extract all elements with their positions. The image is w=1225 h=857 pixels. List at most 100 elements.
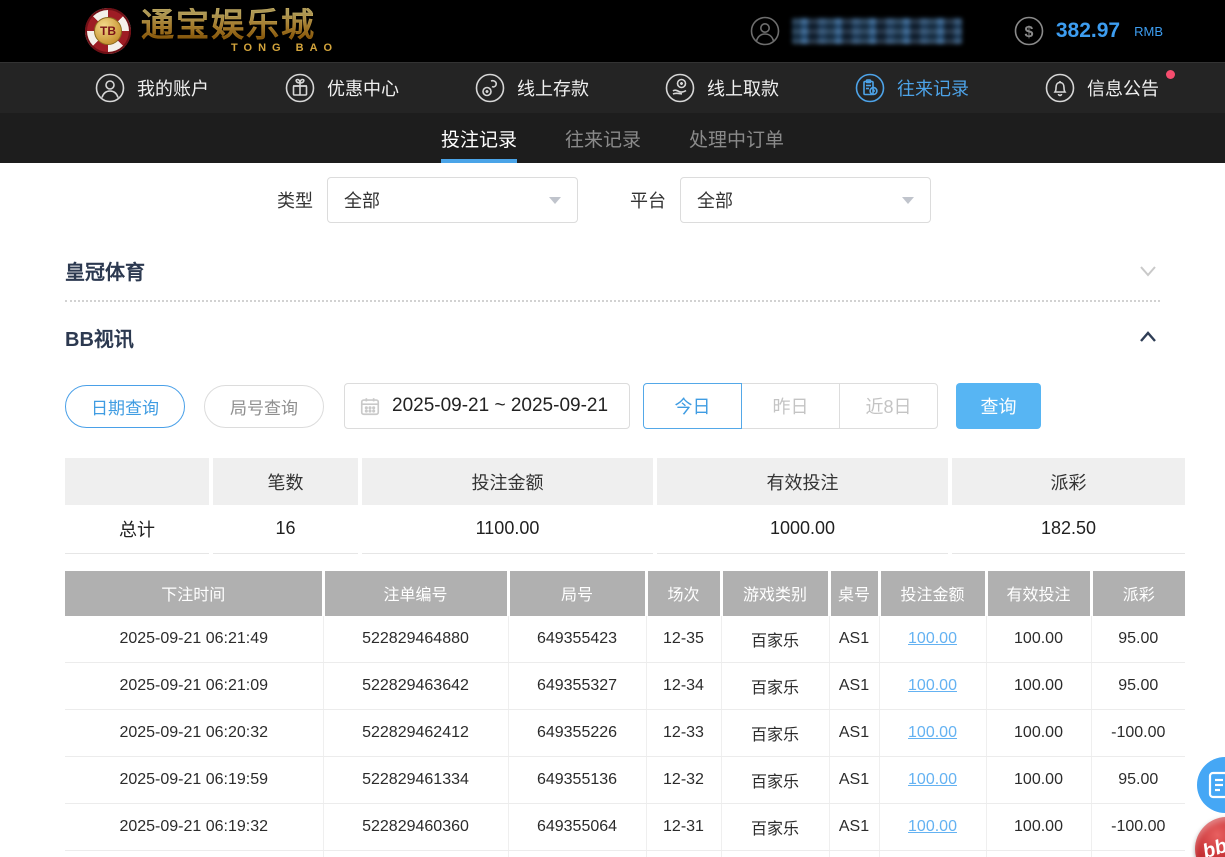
table-row: 2025-09-21 06:21:49 522829464880 6493554… [65, 615, 1185, 663]
bet-time: 2025-09-21 06:20:32 [65, 709, 324, 757]
header-payout: 派彩 [1091, 570, 1185, 616]
bet-amount-link[interactable]: 100.00 [908, 677, 957, 694]
bell-icon [1045, 73, 1075, 103]
platform-filter-label: 平台 [630, 191, 666, 211]
session: 12-31 [646, 803, 722, 851]
chevron-up-icon[interactable] [1136, 325, 1160, 349]
type-select-value: 全部 [344, 191, 380, 211]
summary-header-bet-amount: 投注金额 [360, 458, 657, 505]
nav-my-account[interactable]: 我的账户 [95, 73, 209, 103]
header-bet-amount: 投注金额 [879, 570, 988, 616]
summary-header-row: 笔数 投注金额 有效投注 派彩 [65, 458, 1185, 505]
deposit-coin-hand-icon [475, 73, 505, 103]
user-avatar-icon [750, 16, 780, 46]
bet-amount-cell: 100.00 [879, 803, 987, 851]
table-id: AS1 [829, 662, 880, 710]
bet-table: 下注时间 注单编号 局号 场次 游戏类别 桌号 投注金额 有效投注 派彩 202… [65, 570, 1185, 857]
summary-table-wrap: 笔数 投注金额 有效投注 派彩 总计 16 1100.00 1000.00 18… [65, 458, 1185, 554]
balance-currency: RMB [1134, 23, 1163, 39]
round-id: 649355327 [508, 662, 647, 710]
platform-select[interactable]: 全部 [680, 177, 931, 223]
calendar-icon [360, 398, 380, 416]
bet-amount-link[interactable]: 100.00 [908, 724, 957, 741]
session: 12-34 [646, 662, 722, 710]
table-id: AS1 [829, 709, 880, 757]
bb-platform-button[interactable]: bb [1195, 817, 1225, 857]
bet-amount-cell: 100.00 [879, 756, 987, 804]
bet-table-wrap: 下注时间 注单编号 局号 场次 游戏类别 桌号 投注金额 有效投注 派彩 202… [65, 570, 1185, 857]
nav-transaction-records[interactable]: 往来记录 [855, 73, 969, 103]
date-range-input[interactable]: 2025-09-21 ~ 2025-09-21 [344, 383, 630, 429]
site-logo[interactable]: TB 通宝娱乐城 TONG BAO [85, 8, 338, 54]
query-controls: 日期查询 局号查询 2025-09-21 ~ 2025-09-21 今日 昨日 … [65, 383, 1160, 429]
order-id: 522829463642 [323, 662, 509, 710]
chevron-down-icon [902, 196, 914, 204]
summary-header-blank [65, 458, 213, 505]
type-filter-label: 类型 [277, 191, 313, 211]
nav-withdraw[interactable]: 线上取款 [665, 73, 779, 103]
table-row [65, 850, 1185, 857]
bet-amount-cell: 100.00 [879, 662, 987, 710]
topbar-right: $ 382.97 RMB [750, 16, 1163, 46]
order-id: 522829464880 [323, 615, 509, 663]
nav-label: 往来记录 [897, 79, 969, 99]
bet-time: 2025-09-21 06:19:32 [65, 803, 324, 851]
records-clipboard-icon [855, 73, 885, 103]
header-round-id: 局号 [508, 570, 648, 616]
balance[interactable]: $ 382.97 RMB [1014, 16, 1163, 46]
customer-service-button[interactable] [1197, 757, 1225, 813]
bb-video-title: BB视讯 [65, 328, 134, 351]
bet-amount-link[interactable]: 100.00 [908, 818, 957, 835]
round-query-button[interactable]: 局号查询 [204, 384, 324, 428]
tab-transaction-records[interactable]: 往来记录 [565, 113, 641, 163]
payout: 95.00 [1091, 615, 1185, 663]
table-row: 2025-09-21 06:20:32 522829462412 6493552… [65, 709, 1185, 757]
bet-table-header-row: 下注时间 注单编号 局号 场次 游戏类别 桌号 投注金额 有效投注 派彩 [65, 570, 1185, 616]
tab-pending-orders[interactable]: 处理中订单 [689, 113, 784, 163]
search-button[interactable]: 查询 [956, 383, 1041, 429]
summary-total-label: 总计 [65, 505, 213, 554]
bet-time: 2025-09-21 06:21:49 [65, 615, 324, 663]
header-session: 场次 [646, 570, 723, 616]
bet-amount-link[interactable]: 100.00 [908, 771, 957, 788]
valid-bet: 100.00 [986, 756, 1092, 804]
last-8-days-button[interactable]: 近8日 [839, 383, 938, 429]
game-type: 百家乐 [721, 662, 830, 710]
order-id: 522829462412 [323, 709, 509, 757]
bet-time: 2025-09-21 06:19:59 [65, 756, 324, 804]
game-type: 百家乐 [721, 709, 830, 757]
today-button[interactable]: 今日 [643, 383, 742, 429]
nav-label: 信息公告 [1087, 79, 1159, 99]
bet-amount-link[interactable]: 100.00 [908, 630, 957, 647]
nav-promotions[interactable]: 优惠中心 [285, 73, 399, 103]
summary-header-valid-bet: 有效投注 [655, 458, 952, 505]
tab-bet-records[interactable]: 投注记录 [440, 113, 517, 163]
section-crown-sports[interactable]: 皇冠体育 [65, 240, 1160, 302]
quick-date-group: 今日 昨日 近8日 [643, 383, 938, 429]
user-account[interactable] [750, 16, 962, 46]
payout: -100.00 [1091, 709, 1185, 757]
withdraw-coin-hand-icon [665, 73, 695, 103]
crown-sports-title: 皇冠体育 [65, 261, 145, 284]
username-blurred [791, 18, 962, 44]
game-type: 百家乐 [721, 803, 830, 851]
round-id: 649355423 [508, 615, 647, 663]
payout: 95.00 [1091, 662, 1185, 710]
type-select[interactable]: 全部 [327, 177, 578, 223]
account-person-icon [95, 73, 125, 103]
yesterday-button[interactable]: 昨日 [741, 383, 840, 429]
date-query-button[interactable]: 日期查询 [65, 384, 185, 428]
section-bb-video[interactable]: BB视讯 [65, 302, 1160, 372]
chevron-down-icon[interactable] [1136, 258, 1160, 282]
round-id: 649355136 [508, 756, 647, 804]
summary-count: 16 [211, 505, 362, 554]
nav-label: 线上取款 [707, 79, 779, 99]
bet-amount-cell: 100.00 [879, 709, 987, 757]
nav-announcements[interactable]: 信息公告 [1045, 70, 1175, 103]
notification-dot [1166, 70, 1175, 79]
platform-filter: 平台 全部 [630, 177, 931, 223]
header-bet-time: 下注时间 [65, 570, 325, 616]
order-id: 522829460360 [323, 803, 509, 851]
bet-amount-cell: 100.00 [879, 615, 987, 663]
nav-deposit[interactable]: 线上存款 [475, 73, 589, 103]
